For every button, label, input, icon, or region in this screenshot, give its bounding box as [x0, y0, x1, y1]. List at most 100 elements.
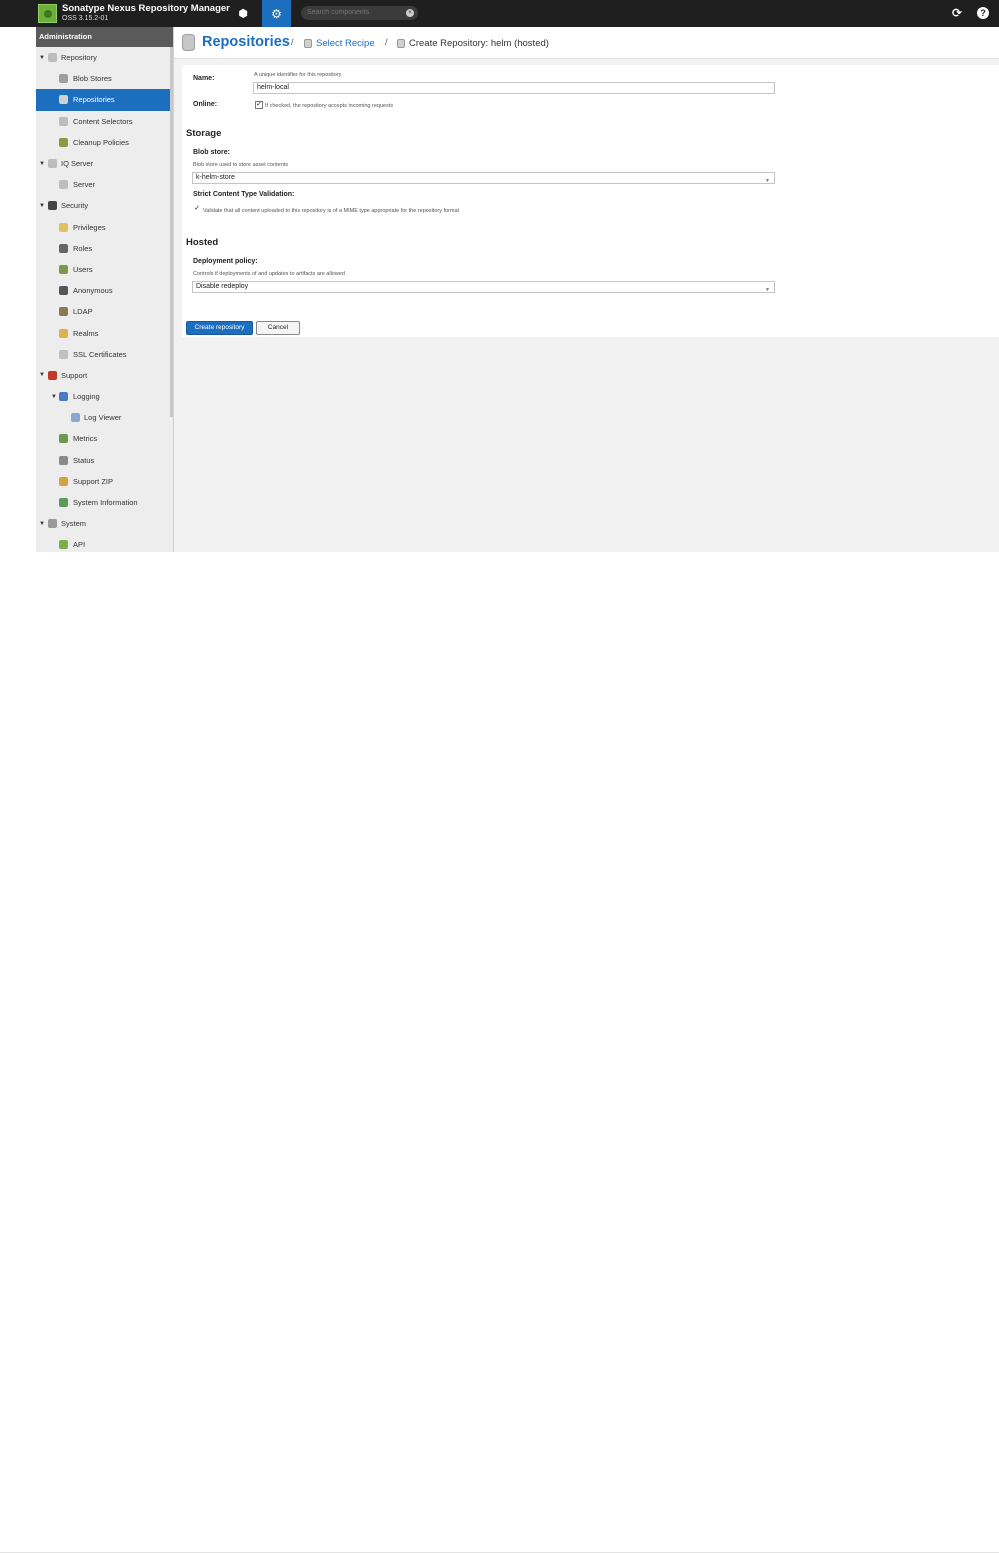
sidebar-item-label: Anonymous	[73, 286, 113, 296]
sidebar-item-system[interactable]: ▼ System	[36, 513, 173, 534]
blob-store-value: k-helm-store	[196, 174, 235, 181]
realms-icon	[59, 328, 68, 338]
sidebar-item-anonymous[interactable]: Anonymous	[36, 280, 173, 301]
admin-gear-icon[interactable]: ⚙	[262, 0, 291, 27]
sidebar-item-label: Status	[73, 455, 95, 465]
online-label: Online:	[193, 101, 218, 108]
anonymous-icon	[59, 286, 68, 296]
search-input[interactable]	[301, 6, 418, 20]
sidebar-item-label: LDAP	[73, 307, 93, 317]
cancel-button[interactable]: Cancel	[256, 321, 300, 335]
selector-icon	[59, 116, 68, 126]
sidebar-item-logging[interactable]: ▼ Logging	[36, 386, 173, 407]
sidebar-scrollbar[interactable]	[170, 47, 173, 417]
expand-arrow-icon[interactable]: ▼	[51, 394, 57, 400]
sidebar-item-ssl-certificates[interactable]: SSL Certificates	[36, 344, 173, 365]
chevron-down-icon: ▼	[765, 287, 770, 293]
online-checkbox[interactable]: ✓	[255, 101, 263, 109]
metrics-icon	[59, 434, 68, 444]
sidebar-item-system-information[interactable]: System Information	[36, 492, 173, 513]
sidebar-item-label: Blob Stores	[73, 74, 112, 84]
sidebar-item-label: API	[73, 540, 86, 550]
sidebar-item-cleanup-policies[interactable]: Cleanup Policies	[36, 132, 173, 153]
expand-arrow-icon[interactable]: ▼	[39, 521, 45, 527]
chevron-down-icon: ▼	[765, 178, 770, 184]
sidebar-item-privileges[interactable]: Privileges	[36, 217, 173, 238]
sidebar-item-ldap[interactable]: LDAP	[36, 301, 173, 322]
sidebar-item-label: Repositories	[73, 95, 115, 105]
breadcrumb-separator: /	[385, 37, 388, 47]
sidebar-item-label: Realms	[73, 328, 99, 338]
roles-icon	[59, 243, 68, 253]
database-icon	[304, 39, 312, 48]
sidebar-item-iq-server[interactable]: ▼ IQ Server	[36, 153, 173, 174]
search-clear-icon[interactable]: ×	[406, 9, 414, 17]
sidebar: Administration ▼ Repository Blob Stores Rep…	[36, 27, 174, 552]
sidebar-item-security[interactable]: ▼ Security	[36, 195, 173, 216]
blob-store-label: Blob store:	[193, 149, 230, 156]
sidebar-header: Administration	[36, 27, 173, 47]
sidebar-item-realms[interactable]: Realms	[36, 322, 173, 343]
status-icon	[59, 455, 68, 465]
sidebar-item-label: Support	[61, 370, 88, 380]
sidebar-item-label: Privileges	[73, 222, 106, 232]
refresh-icon[interactable]: ⟳	[952, 6, 962, 20]
deployment-policy-value: Disable redeploy	[196, 283, 249, 290]
sidebar-item-blob-stores[interactable]: Blob Stores	[36, 68, 173, 89]
breadcrumb-repositories-link[interactable]: Repositories	[202, 34, 290, 50]
system-info-icon	[59, 498, 68, 508]
privileges-icon	[59, 222, 68, 232]
blob-store-help: Blob store used to store asset contents	[193, 162, 289, 168]
sidebar-item-users[interactable]: Users	[36, 259, 173, 280]
name-field[interactable]: helm-local	[253, 82, 775, 94]
app-version: OSS 3.15.2-01	[62, 15, 109, 22]
database-icon	[182, 34, 195, 51]
browse-cube-icon[interactable]: ⬢	[229, 0, 257, 27]
sidebar-item-label: Repository	[61, 53, 97, 63]
strict-validation-help: Validate that all content uploaded to th…	[203, 208, 460, 214]
expand-arrow-icon[interactable]: ▼	[39, 372, 45, 378]
expand-arrow-icon[interactable]: ▼	[39, 203, 45, 209]
security-icon	[48, 201, 57, 211]
blob-store-select[interactable]: k-helm-store ▼	[192, 172, 775, 184]
sidebar-item-log-viewer[interactable]: Log Viewer	[36, 407, 173, 428]
blob-store-icon	[59, 74, 68, 84]
sidebar-item-support-zip[interactable]: Support ZIP	[36, 471, 173, 492]
users-icon	[59, 264, 68, 274]
strict-validation-label: Strict Content Type Validation:	[193, 191, 295, 198]
help-icon[interactable]: ?	[977, 7, 989, 19]
sidebar-item-server[interactable]: Server	[36, 174, 173, 195]
sidebar-item-label: Log Viewer	[84, 413, 122, 423]
sidebar-nav: ▼ Repository Blob Stores Repositories Conten…	[36, 47, 173, 552]
database-icon	[59, 95, 68, 105]
sidebar-item-label: Security	[61, 201, 89, 211]
sidebar-item-repositories[interactable]: Repositories	[36, 89, 173, 111]
hosted-section-title: Hosted	[186, 237, 219, 248]
sidebar-item-label: Users	[73, 264, 93, 274]
name-label: Name:	[193, 75, 215, 82]
breadcrumb-select-recipe-link[interactable]: Select Recipe	[316, 38, 375, 49]
sidebar-item-label: Logging	[73, 392, 100, 402]
sidebar-item-metrics[interactable]: Metrics	[36, 428, 173, 449]
breadcrumb: Repositories / Select Recipe / Create Re…	[174, 27, 999, 59]
create-repository-button[interactable]: Create repository	[186, 321, 253, 335]
expand-arrow-icon[interactable]: ▼	[39, 55, 45, 61]
zip-icon	[59, 476, 68, 486]
expand-arrow-icon[interactable]: ▼	[39, 161, 45, 167]
sidebar-item-label: Server	[73, 180, 96, 190]
top-bar: Sonatype Nexus Repository Manager OSS 3.…	[0, 0, 999, 27]
sidebar-item-support[interactable]: ▼ Support	[36, 365, 173, 386]
deployment-policy-select[interactable]: Disable redeploy ▼	[192, 281, 775, 293]
online-help: If checked, the repository accepts incom…	[265, 103, 394, 109]
sidebar-item-api[interactable]: API	[36, 534, 173, 552]
breadcrumb-separator: /	[291, 37, 294, 47]
ldap-icon	[59, 307, 68, 317]
sidebar-item-repository[interactable]: ▼ Repository	[36, 47, 173, 68]
sidebar-item-status[interactable]: Status	[36, 450, 173, 471]
strict-validation-checkbox[interactable]: ✓	[193, 205, 201, 214]
sidebar-item-content-selectors[interactable]: Content Selectors	[36, 111, 173, 132]
support-icon	[48, 370, 57, 380]
sidebar-item-roles[interactable]: Roles	[36, 238, 173, 259]
sidebar-item-label: Content Selectors	[73, 116, 133, 126]
log-viewer-icon	[71, 413, 80, 423]
